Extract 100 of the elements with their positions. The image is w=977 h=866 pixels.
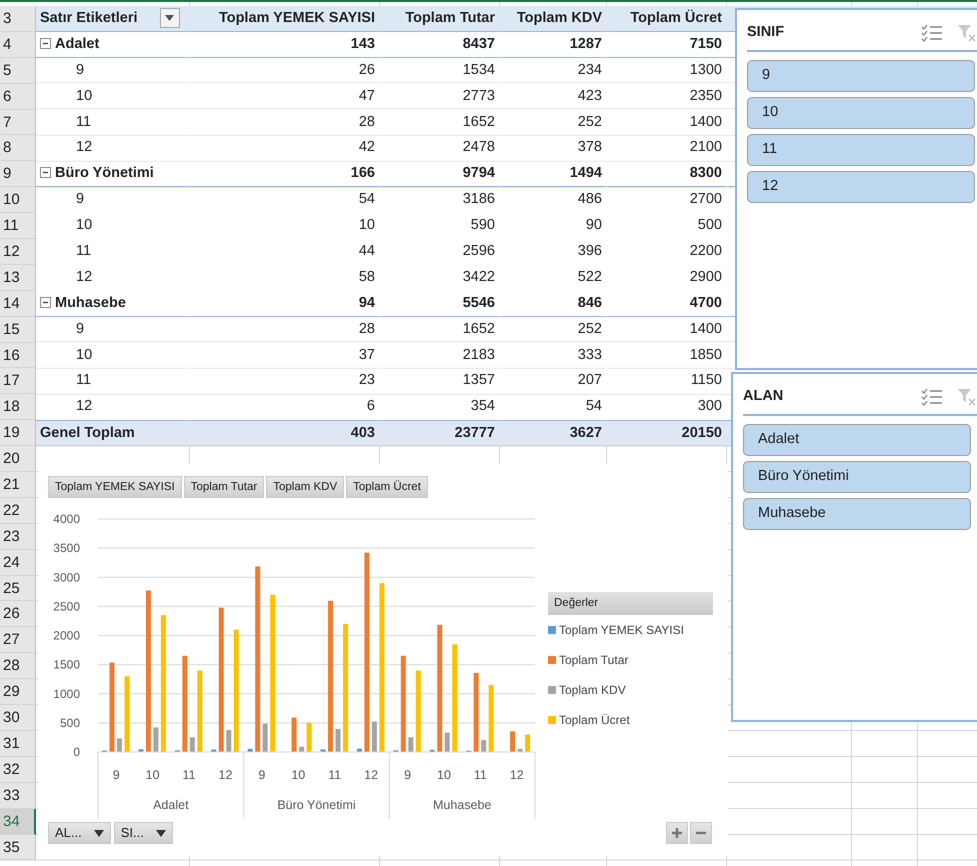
slicer-item[interactable]: Adalet: [743, 424, 971, 456]
table-cell: 37: [358, 346, 375, 363]
slicer-item[interactable]: 12: [747, 170, 975, 203]
row-number[interactable]: 34: [0, 808, 36, 834]
chart-bar: [262, 724, 268, 752]
chart-bar: [510, 731, 516, 752]
field-button[interactable]: Toplam Ücret: [346, 476, 428, 498]
chart-bar: [211, 750, 216, 752]
row-number[interactable]: 9: [0, 161, 36, 188]
table-cell: 4700: [690, 294, 722, 311]
row-number[interactable]: 17: [0, 368, 36, 394]
expand-button[interactable]: [666, 822, 688, 844]
slicer-title: ALAN: [743, 387, 784, 406]
slicer-item[interactable]: 10: [747, 96, 975, 129]
row-number[interactable]: 20: [0, 446, 36, 472]
axis-label: 2500: [53, 599, 80, 614]
table-cell: 207: [578, 372, 602, 388]
row-number[interactable]: 26: [0, 601, 36, 628]
row-label: 9: [75, 320, 84, 337]
chart-bar: [306, 722, 312, 752]
row-label: Büro Yönetimi: [55, 165, 154, 182]
row-number[interactable]: 21: [0, 472, 36, 498]
checklist-icon[interactable]: [921, 24, 943, 42]
row-label: 10: [75, 88, 92, 104]
row-number[interactable]: 5: [0, 58, 36, 84]
row-number[interactable]: 18: [0, 394, 36, 420]
axis-field-button[interactable]: SI...: [114, 822, 173, 844]
chart-bar: [190, 737, 195, 752]
row-number[interactable]: 10: [0, 187, 36, 214]
row-number[interactable]: 31: [0, 730, 36, 757]
axis-label: 3000: [53, 570, 80, 584]
row-label: 11: [75, 243, 92, 260]
row-number[interactable]: 3: [0, 6, 36, 32]
table-cell: 58: [358, 268, 375, 285]
collapse-icon[interactable]: [40, 38, 51, 49]
row-number[interactable]: 33: [0, 782, 36, 809]
row-number[interactable]: 12: [0, 239, 36, 265]
table-cell: 54: [358, 191, 375, 208]
table-cell: 333: [578, 346, 602, 363]
table-cell: 1850: [690, 346, 722, 363]
row-number[interactable]: 30: [0, 705, 36, 731]
table-cell: 5546: [462, 294, 495, 311]
collapse-icon[interactable]: [40, 296, 51, 308]
row-number[interactable]: 11: [0, 213, 36, 240]
plus-icon: [670, 826, 684, 840]
row-label: 9: [75, 62, 84, 78]
table-cell: 28: [358, 320, 375, 337]
collapse-icon[interactable]: [40, 167, 51, 178]
caret-icon: [165, 15, 174, 22]
column-header: Toplam Tutar: [405, 10, 495, 26]
row-number[interactable]: 16: [0, 342, 36, 368]
table-cell: 403: [350, 425, 375, 442]
table-cell: 44: [358, 243, 375, 260]
row-label: Muhasebe: [55, 294, 126, 311]
row-number[interactable]: 35: [0, 834, 36, 860]
checklist-icon[interactable]: [921, 388, 943, 406]
table-cell: 234: [578, 62, 602, 78]
field-button[interactable]: Toplam YEMEK SAYISI: [48, 476, 182, 498]
row-number[interactable]: 19: [0, 420, 36, 446]
table-cell: 1150: [690, 372, 722, 388]
category-group-label: Muhasebe: [432, 798, 492, 812]
row-number[interactable]: 29: [0, 679, 36, 706]
row-number[interactable]: 24: [0, 550, 36, 576]
axis-label: 3500: [53, 541, 80, 556]
row-number[interactable]: 8: [0, 135, 36, 162]
chart-bar: [444, 732, 450, 752]
row-number[interactable]: 32: [0, 756, 36, 783]
table-cell: 143: [350, 36, 375, 52]
slicer-item[interactable]: Muhasebe: [743, 498, 971, 530]
row-number[interactable]: 13: [0, 264, 36, 291]
field-button[interactable]: Toplam Tutar: [184, 476, 264, 498]
table-cell: 1287: [570, 36, 602, 52]
row-number[interactable]: 23: [0, 524, 36, 550]
row-number[interactable]: 25: [0, 576, 36, 602]
row-number[interactable]: 27: [0, 627, 36, 654]
slicer-item[interactable]: 11: [747, 134, 975, 166]
row-label: 12: [75, 139, 92, 156]
row-number[interactable]: 15: [0, 316, 36, 343]
table-cell: 8437: [462, 36, 495, 52]
collapse-button[interactable]: [690, 822, 712, 844]
table-cell: 1300: [690, 62, 722, 78]
chart-bar: [525, 734, 530, 752]
row-number[interactable]: 22: [0, 498, 36, 524]
row-number[interactable]: 4: [0, 32, 36, 58]
axis-label: 1500: [53, 658, 80, 672]
filter-button[interactable]: [160, 8, 180, 28]
row-number[interactable]: 7: [0, 110, 36, 136]
row-label: 11: [75, 372, 92, 388]
row-number[interactable]: 28: [0, 653, 36, 680]
chart-bar: [372, 722, 377, 752]
row-number[interactable]: 14: [0, 290, 36, 317]
table-cell: 1400: [690, 114, 722, 130]
slicer-item[interactable]: Büro Yönetimi: [743, 460, 971, 493]
table-cell: 166: [350, 165, 375, 182]
category-label: 11: [182, 768, 196, 782]
axis-field-button[interactable]: AL...: [48, 822, 111, 844]
field-button[interactable]: Toplam KDV: [266, 476, 344, 498]
slicer-item[interactable]: 9: [747, 60, 975, 92]
row-number[interactable]: 6: [0, 84, 36, 110]
category-label: 9: [258, 768, 266, 782]
